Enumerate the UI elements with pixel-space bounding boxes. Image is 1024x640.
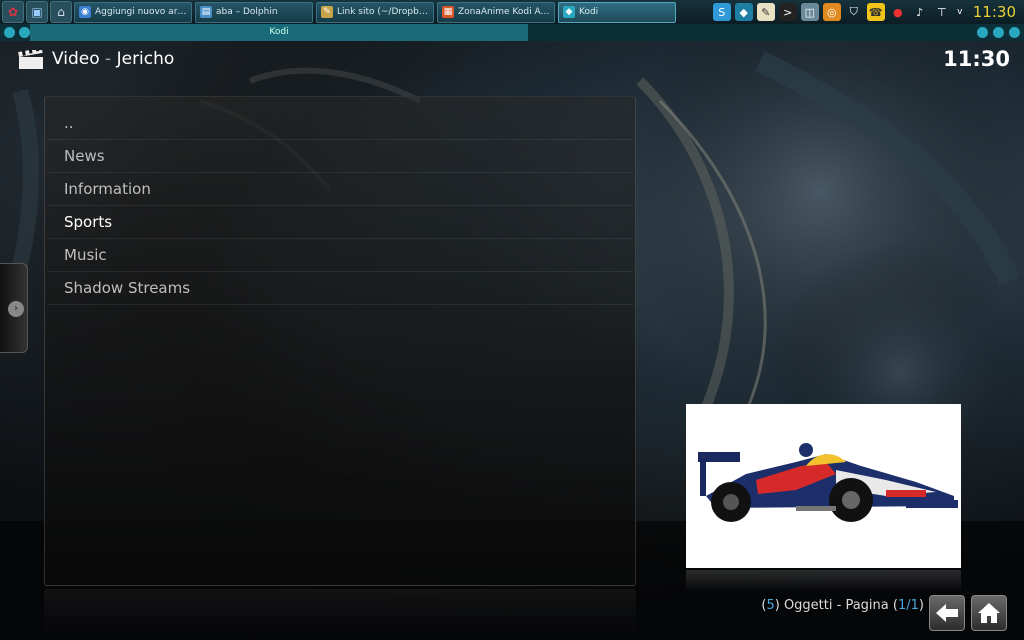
- notes-icon[interactable]: ✎: [756, 3, 775, 21]
- zonaanime-icon: ▦: [442, 6, 454, 18]
- page-title: Video - Jericho: [52, 49, 174, 69]
- title-separator: -: [105, 49, 112, 69]
- chevron-down-icon[interactable]: v: [955, 3, 965, 21]
- back-button[interactable]: [929, 595, 965, 631]
- close-icon[interactable]: [1009, 27, 1020, 38]
- task-dolphin[interactable]: ▤ aba – Dolphin: [195, 1, 313, 23]
- browser-icon: ◉: [79, 6, 91, 18]
- page-label: Pagina: [845, 598, 889, 613]
- thumbnail-reflection: [686, 570, 961, 592]
- task-kodi[interactable]: ◆ Kodi: [558, 1, 676, 23]
- folder-icon: ▤: [200, 6, 212, 18]
- section-label: Video: [52, 49, 100, 69]
- back-arrow-icon: [936, 604, 958, 622]
- skype-icon[interactable]: S: [712, 3, 731, 21]
- screenshot-icon[interactable]: ◫: [800, 3, 819, 21]
- home-icon: [978, 603, 1000, 623]
- app-launcher-icon[interactable]: ✿: [2, 1, 24, 23]
- tray-clock[interactable]: 11:30: [973, 3, 1016, 21]
- camera-icon[interactable]: ◎: [822, 3, 841, 21]
- list-item-shadow-streams[interactable]: Shadow Streams: [47, 272, 633, 305]
- item-thumbnail: [686, 404, 961, 568]
- kodi-stage: Video - Jericho 11:30 › .. News Informat…: [0, 41, 1024, 640]
- side-menu-tab[interactable]: ›: [0, 263, 28, 353]
- clapperboard-icon: [18, 50, 43, 69]
- list-item-news[interactable]: News: [47, 140, 633, 173]
- os-taskbar: ✿ ▣ ⌂ ◉ Aggiungi nuovo artico... ▤ aba –…: [0, 0, 1024, 24]
- kodi-icon: ◆: [563, 6, 575, 18]
- chevron-right-icon: ›: [8, 301, 24, 317]
- pencil-icon: ✎: [321, 6, 333, 18]
- home-button[interactable]: [971, 595, 1007, 631]
- window-menu-icon[interactable]: [4, 27, 15, 38]
- maximize-icon[interactable]: [993, 27, 1004, 38]
- window-pin-icon[interactable]: [19, 27, 30, 38]
- page-total: 1: [910, 598, 919, 613]
- task-editor[interactable]: ✎ Link sito (~/Dropbox/S...: [316, 1, 434, 23]
- phone-icon[interactable]: ☎: [866, 3, 885, 21]
- list-item-parent[interactable]: ..: [47, 107, 633, 140]
- items-page-info: (5) Oggetti - Pagina (1/1): [761, 598, 924, 613]
- terminal-icon[interactable]: >: [778, 3, 797, 21]
- network-icon[interactable]: ⊤: [933, 3, 951, 21]
- items-label: Oggetti: [783, 598, 833, 613]
- task-wordpress[interactable]: ◉ Aggiungi nuovo artico...: [74, 1, 192, 23]
- task-zonaanime[interactable]: ▦ ZonaAnime Kodi Add-...: [437, 1, 555, 23]
- list-footer-shade: [44, 589, 636, 634]
- list-item-sports[interactable]: Sports: [47, 206, 633, 239]
- system-tray: S ◆ ✎ > ◫ ◎ ⛉ ☎ ● ♪ ⊤ v 11:30: [712, 0, 1024, 24]
- desktop-icon[interactable]: ▣: [26, 1, 48, 23]
- kodi-tray-icon[interactable]: ◆: [734, 3, 753, 21]
- minimize-icon[interactable]: [977, 27, 988, 38]
- record-icon[interactable]: ●: [889, 3, 907, 21]
- kodi-clock: 11:30: [943, 47, 1010, 71]
- list-item-music[interactable]: Music: [47, 239, 633, 272]
- window-title: Kodi: [30, 24, 528, 41]
- items-count: 5: [766, 598, 775, 613]
- window-title-bar[interactable]: Kodi: [0, 24, 1024, 41]
- f1-car-image: [698, 443, 958, 522]
- page-current: 1: [897, 598, 907, 613]
- shield-icon[interactable]: ⛉: [845, 3, 863, 21]
- file-list: .. News Information Sports Music Shadow …: [44, 96, 636, 586]
- show-desktop-icon[interactable]: ⌂: [50, 1, 72, 23]
- list-item-information[interactable]: Information: [47, 173, 633, 206]
- addon-label: Jericho: [116, 49, 175, 69]
- volume-icon[interactable]: ♪: [911, 3, 929, 21]
